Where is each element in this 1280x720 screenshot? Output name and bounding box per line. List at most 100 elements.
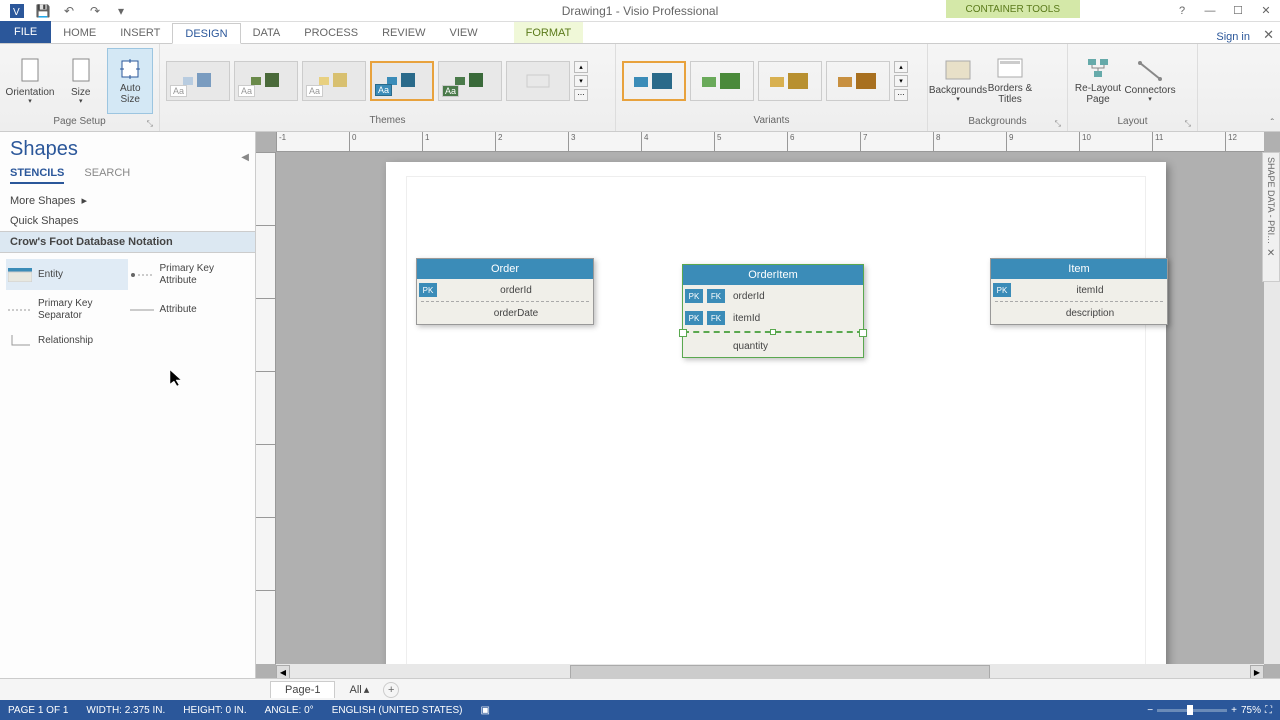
shape-data-pane[interactable]: SHAPE DATA - PRI… ✕	[1262, 152, 1280, 282]
pk-badge: PK	[993, 283, 1011, 297]
signin-link[interactable]: Sign in	[1216, 31, 1250, 43]
theme-1[interactable]: Aa	[166, 61, 230, 101]
minimize-icon[interactable]: —	[1200, 3, 1220, 19]
theme-6[interactable]	[506, 61, 570, 101]
drawing-page[interactable]: Order PKorderId orderDate OrderItem PKFK…	[386, 162, 1166, 680]
layout-launcher-icon[interactable]: ⤡	[1185, 119, 1191, 129]
themes-more-icon[interactable]: ⋯	[574, 89, 588, 101]
canvas[interactable]: -10123456789101112 Order PKorderId order…	[256, 132, 1280, 680]
status-language[interactable]: ENGLISH (UNITED STATES)	[332, 705, 463, 716]
tab-home[interactable]: HOME	[51, 22, 108, 43]
maximize-icon[interactable]: ☐	[1228, 3, 1248, 19]
entity-item[interactable]: Item PKitemId description	[990, 258, 1168, 325]
redo-icon[interactable]: ↷	[86, 2, 104, 20]
shape-attribute[interactable]: Attribute	[128, 294, 250, 325]
theme-4[interactable]: Aa	[370, 61, 434, 101]
entity-order[interactable]: Order PKorderId orderDate	[416, 258, 594, 325]
qat-dropdown-icon[interactable]: ▾	[112, 2, 130, 20]
table-row[interactable]: PKorderId	[417, 279, 593, 301]
variants-scroll-up-icon[interactable]: ▴	[894, 61, 908, 73]
tab-file[interactable]: FILE	[0, 21, 51, 43]
shapes-title: Shapes	[0, 132, 255, 167]
scroll-left-icon[interactable]: ◀	[276, 665, 290, 679]
variant-1[interactable]	[622, 61, 686, 101]
shape-relationship[interactable]: Relationship	[6, 329, 128, 353]
add-page-button[interactable]: +	[383, 682, 399, 698]
tab-insert[interactable]: INSERT	[108, 22, 172, 43]
orientation-button[interactable]: Orientation▾	[6, 48, 54, 114]
fk-badge: FK	[707, 311, 725, 325]
connectors-button[interactable]: Connectors▾	[1126, 48, 1174, 114]
variants-more-icon[interactable]: ⋯	[894, 89, 908, 101]
themes-label: Themes	[164, 115, 611, 129]
quick-shapes-button[interactable]: Quick Shapes	[0, 211, 255, 231]
page-tab-all[interactable]: All ▴	[343, 681, 375, 698]
doc-close-icon[interactable]: ✕	[1263, 27, 1274, 43]
shapes-collapse-icon[interactable]: ◀	[241, 152, 249, 163]
pk-badge: PK	[419, 283, 437, 297]
table-row[interactable]: PKFKorderId	[683, 285, 863, 307]
pk-separator-selected[interactable]	[683, 331, 863, 333]
size-button[interactable]: Size▾	[58, 48, 103, 114]
tab-view[interactable]: VIEW	[437, 22, 489, 43]
scroll-right-icon[interactable]: ▶	[1250, 665, 1264, 679]
attr-icon	[130, 302, 154, 318]
tab-process[interactable]: PROCESS	[292, 22, 370, 43]
table-row[interactable]: quantity	[683, 335, 863, 357]
shape-pk-attribute[interactable]: Primary Key Attribute	[128, 259, 250, 290]
zoom-out-icon[interactable]: −	[1147, 705, 1153, 716]
status-angle: ANGLE: 0°	[265, 705, 314, 716]
table-row[interactable]: PKitemId	[991, 279, 1167, 301]
theme-3[interactable]: Aa	[302, 61, 366, 101]
variant-4[interactable]	[826, 61, 890, 101]
page-setup-label: Page Setup	[53, 116, 105, 127]
zoom-value[interactable]: 75%	[1241, 705, 1261, 716]
entity-orderitem[interactable]: OrderItem PKFKorderId PKFKitemId quantit…	[682, 264, 864, 358]
backgrounds-button[interactable]: Backgrounds▾	[934, 48, 982, 114]
pk-sep-icon	[8, 302, 32, 318]
variant-3[interactable]	[758, 61, 822, 101]
borders-button[interactable]: Borders & Titles	[986, 48, 1034, 114]
shape-data-close-icon[interactable]: ✕	[1267, 248, 1275, 259]
autosize-button[interactable]: Auto Size	[107, 48, 153, 114]
variants-scroll-down-icon[interactable]: ▾	[894, 75, 908, 87]
zoom-slider[interactable]	[1157, 709, 1227, 712]
shape-pk-separator[interactable]: Primary Key Separator	[6, 294, 128, 325]
theme-5[interactable]: Aa	[438, 61, 502, 101]
backgrounds-launcher-icon[interactable]: ⤡	[1055, 119, 1061, 129]
svg-text:V: V	[13, 7, 20, 18]
tab-review[interactable]: REVIEW	[370, 22, 437, 43]
status-width: WIDTH: 2.375 IN.	[86, 705, 165, 716]
macro-record-icon[interactable]: ▣	[480, 705, 489, 716]
ribbon-collapse-icon[interactable]: ˆ	[1271, 118, 1274, 129]
status-bar: PAGE 1 OF 1 WIDTH: 2.375 IN. HEIGHT: 0 I…	[0, 700, 1280, 720]
visio-icon: V	[8, 2, 26, 20]
status-height: HEIGHT: 0 IN.	[183, 705, 246, 716]
page-tab-1[interactable]: Page-1	[270, 681, 335, 698]
variant-2[interactable]	[690, 61, 754, 101]
close-icon[interactable]: ✕	[1256, 3, 1276, 19]
ruler-horizontal: -10123456789101112	[276, 132, 1264, 152]
search-tab[interactable]: SEARCH	[84, 167, 130, 184]
theme-2[interactable]: Aa	[234, 61, 298, 101]
tab-format[interactable]: FORMAT	[514, 22, 584, 43]
relayout-button[interactable]: Re-Layout Page	[1074, 48, 1122, 114]
save-icon[interactable]: 💾	[34, 2, 52, 20]
table-row[interactable]: description	[991, 302, 1167, 324]
shape-entity[interactable]: Entity	[6, 259, 128, 290]
stencils-tab[interactable]: STENCILS	[10, 167, 64, 184]
tab-design[interactable]: DESIGN	[172, 23, 240, 44]
themes-scroll-down-icon[interactable]: ▾	[574, 75, 588, 87]
tab-data[interactable]: DATA	[241, 22, 293, 43]
undo-icon[interactable]: ↶	[60, 2, 78, 20]
entity-order-header: Order	[417, 259, 593, 279]
fit-page-icon[interactable]: ⛶	[1265, 705, 1272, 716]
page-setup-launcher-icon[interactable]: ⤡	[147, 119, 153, 129]
help-icon[interactable]: ?	[1172, 3, 1192, 19]
zoom-in-icon[interactable]: +	[1231, 705, 1237, 716]
table-row[interactable]: orderDate	[417, 302, 593, 324]
stencil-header[interactable]: Crow's Foot Database Notation	[0, 231, 255, 253]
themes-scroll-up-icon[interactable]: ▴	[574, 61, 588, 73]
more-shapes-button[interactable]: More Shapes▸	[0, 190, 255, 211]
table-row[interactable]: PKFKitemId	[683, 307, 863, 329]
